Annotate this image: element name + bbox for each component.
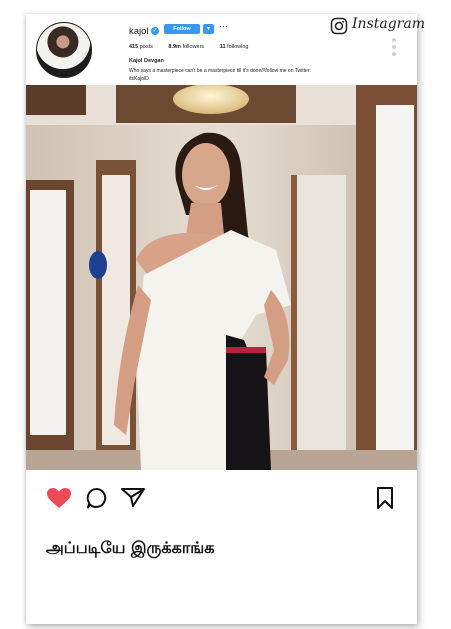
post-action-bar [26, 484, 417, 514]
instagram-wordmark: Instagram [352, 16, 425, 32]
follow-button[interactable]: Follow [164, 24, 200, 34]
save-bookmark-icon[interactable] [376, 486, 394, 510]
verified-badge-icon: ✓ [151, 27, 159, 35]
stat-followers[interactable]: 8.9m followers [168, 44, 204, 50]
profile-avatar[interactable] [36, 22, 92, 78]
post-caption: அப்படியே இருக்காங்க [46, 538, 215, 557]
like-heart-icon[interactable] [46, 487, 72, 509]
more-options-icon[interactable]: ··· [219, 21, 228, 31]
post-photo[interactable] [26, 85, 417, 470]
follow-dropdown-button[interactable]: ▾ [203, 24, 214, 34]
instagram-camera-icon [330, 17, 348, 35]
stat-posts[interactable]: 415 posts [129, 44, 153, 50]
profile-full-name: Kajol Devgan [129, 58, 164, 64]
bio-line-1: Who says a masterpiece can't be a master… [129, 68, 311, 74]
profile-stats: 415 posts 8.9m followers 11 following [129, 44, 262, 50]
profile-username[interactable]: kajol [129, 26, 149, 37]
bio-line-2: itsKajolD [129, 76, 149, 82]
profile-bio: Who says a masterpiece can't be a master… [129, 67, 354, 83]
vertical-menu-icon[interactable] [392, 38, 397, 59]
post-photo-illustration [26, 85, 417, 470]
comment-bubble-icon[interactable] [86, 487, 108, 509]
stat-following[interactable]: 11 following [220, 44, 249, 50]
instagram-post-card: kajol ✓ Follow ▾ ··· 415 posts 8.9m foll… [26, 14, 425, 624]
share-paper-plane-icon[interactable] [120, 486, 146, 508]
